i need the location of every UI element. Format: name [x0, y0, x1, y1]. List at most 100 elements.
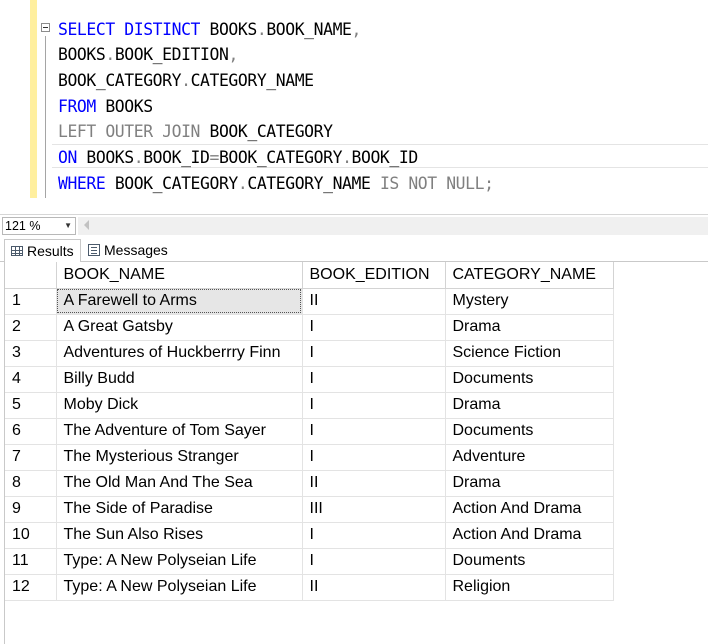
row-number-cell[interactable]: 11	[5, 548, 57, 575]
code-line[interactable]: BOOK_CATEGORY.CATEGORY_NAME	[58, 68, 314, 94]
tab-messages[interactable]: Messages	[84, 239, 180, 262]
table-cell[interactable]: I	[302, 522, 446, 549]
table-cell[interactable]: Action And Drama	[445, 496, 614, 523]
table-cell[interactable]: Drama	[445, 392, 614, 419]
table-cell[interactable]: Drama	[445, 470, 614, 497]
code-token: BOOK_ID	[143, 148, 210, 167]
code-token: LEFT OUTER JOIN	[58, 122, 210, 141]
code-token: CATEGORY_NAME	[190, 71, 314, 90]
table-row[interactable]: 11 Type: A New Polyseian Life I Douments	[5, 548, 614, 575]
zoom-value: 121 %	[5, 219, 41, 233]
tab-messages-label: Messages	[104, 242, 168, 258]
scroll-left-arrow-icon[interactable]	[84, 220, 89, 230]
table-cell[interactable]: I	[302, 548, 446, 575]
table-cell[interactable]: The Mysterious Stranger	[56, 444, 303, 471]
code-token: .	[181, 71, 191, 90]
row-number-cell[interactable]: 12	[5, 574, 57, 601]
row-number-cell[interactable]: 8	[5, 470, 57, 497]
row-number-cell[interactable]: 10	[5, 522, 57, 549]
column-header[interactable]: BOOK_EDITION	[302, 262, 446, 289]
table-cell[interactable]: The Adventure of Tom Sayer	[56, 418, 303, 445]
table-cell[interactable]: Religion	[445, 574, 614, 601]
code-line[interactable]: ON BOOKS.BOOK_ID=BOOK_CATEGORY.BOOK_ID	[58, 145, 418, 171]
table-cell[interactable]: Adventures of Huckberrry Finn	[56, 340, 303, 367]
code-token: BOOKS	[86, 148, 134, 167]
table-cell[interactable]: I	[302, 366, 446, 393]
table-cell[interactable]: Douments	[445, 548, 614, 575]
table-cell[interactable]: Documents	[445, 366, 614, 393]
table-cell[interactable]: II	[302, 470, 446, 497]
table-cell[interactable]: Science Fiction	[445, 340, 614, 367]
code-line[interactable]: SELECT DISTINCT BOOKS.BOOK_NAME,	[58, 17, 361, 43]
table-cell[interactable]: A Great Gatsby	[56, 314, 303, 341]
row-number-cell[interactable]: 2	[5, 314, 57, 341]
code-token: BOOK_CATEGORY	[218, 148, 343, 167]
table-row[interactable]: 8 The Old Man And The Sea II Drama	[5, 470, 614, 497]
table-cell[interactable]: II	[302, 288, 446, 315]
horizontal-scrollbar[interactable]	[78, 217, 708, 235]
tab-results[interactable]: Results	[4, 239, 81, 262]
table-cell[interactable]: Documents	[445, 418, 614, 445]
table-cell[interactable]: The Sun Also Rises	[56, 522, 303, 549]
table-cell[interactable]: The Old Man And The Sea	[56, 470, 303, 497]
table-row[interactable]: 1A Farewell to Arms II Mystery	[5, 288, 614, 315]
table-cell[interactable]: I	[302, 418, 446, 445]
table-cell[interactable]: I	[302, 340, 446, 367]
chevron-down-icon[interactable]: ▼	[64, 218, 72, 234]
collapse-region-icon[interactable]	[41, 23, 50, 32]
column-header[interactable]: CATEGORY_NAME	[445, 262, 614, 289]
table-cell[interactable]: I	[302, 392, 446, 419]
table-cell[interactable]: Type: A New Polyseian Life	[56, 548, 303, 575]
table-row[interactable]: 9 The Side of Paradise III Action And Drama	[5, 496, 614, 523]
tab-results-label: Results	[27, 243, 74, 259]
table-row[interactable]: 6 The Adventure of Tom Sayer I Documents	[5, 418, 614, 445]
code-token: WHERE	[58, 174, 115, 193]
table-cell[interactable]: Drama	[445, 314, 614, 341]
table-row[interactable]: 12 Type: A New Polyseian Life II Religion	[5, 574, 614, 601]
zoom-dropdown[interactable]: 121 % ▼	[2, 217, 76, 235]
code-token: ,	[351, 20, 362, 39]
sql-editor[interactable]: SELECT DISTINCT BOOKS.BOOK_NAME, BOOKS.BO…	[0, 0, 708, 214]
table-row[interactable]: 10 The Sun Also Rises I Action And Drama	[5, 522, 614, 549]
code-token: .	[237, 174, 248, 193]
code-token: BOOKS	[58, 45, 106, 64]
code-token: CATEGORY_NAME	[247, 174, 380, 193]
table-cell[interactable]: Moby Dick	[56, 392, 303, 419]
table-cell[interactable]: I	[302, 444, 446, 471]
column-header[interactable]: BOOK_NAME	[56, 262, 303, 289]
table-cell[interactable]: Adventure	[445, 444, 614, 471]
table-row[interactable]: 7 The Mysterious Stranger I Adventure	[5, 444, 614, 471]
row-number-cell[interactable]: 1	[5, 288, 57, 315]
table-row[interactable]: 5 Moby Dick I Drama	[5, 392, 614, 419]
row-number-cell[interactable]: 3	[5, 340, 57, 367]
code-line[interactable]: WHERE BOOK_CATEGORY.CATEGORY_NAME IS NOT…	[58, 171, 494, 197]
row-number-cell[interactable]: 5	[5, 392, 57, 419]
results-grid[interactable]: BOOK_NAME BOOK_EDITION CATEGORY_NAME 1A …	[4, 262, 708, 644]
code-line[interactable]: FROM BOOKS	[58, 94, 153, 120]
code-token: FROM	[58, 97, 106, 116]
row-number-cell[interactable]: 7	[5, 444, 57, 471]
row-number-cell[interactable]: 9	[5, 496, 57, 523]
table-cell[interactable]: Mystery	[445, 288, 614, 315]
table-cell[interactable]: Type: A New Polyseian Life	[56, 574, 303, 601]
code-token: ,	[228, 45, 238, 64]
row-number-cell[interactable]: 6	[5, 418, 57, 445]
editor-status-bar: 121 % ▼	[0, 214, 708, 236]
table-cell[interactable]: Action And Drama	[445, 522, 614, 549]
table-cell[interactable]: III	[302, 496, 446, 523]
table-cell[interactable]: II	[302, 574, 446, 601]
table-row[interactable]: 3 Adventures of Huckberrry Finn I Science F…	[5, 340, 614, 367]
row-number-header[interactable]	[5, 262, 57, 289]
table-row[interactable]: 2A Great Gatsby I Drama	[5, 314, 614, 341]
code-token: SELECT DISTINCT	[58, 20, 210, 39]
code-line[interactable]: LEFT OUTER JOIN BOOK_CATEGORY	[58, 119, 333, 145]
table-row[interactable]: 4 Billy Budd I Documents	[5, 366, 614, 393]
table-cell[interactable]: I	[302, 314, 446, 341]
table-cell[interactable]: The Side of Paradise	[56, 496, 303, 523]
code-line[interactable]: BOOKS.BOOK_EDITION,	[58, 42, 238, 68]
table-cell[interactable]: Billy Budd	[56, 366, 303, 393]
header-row: BOOK_NAME BOOK_EDITION CATEGORY_NAME	[5, 262, 614, 289]
code-token: BOOK_NAME	[266, 20, 352, 39]
row-number-cell[interactable]: 4	[5, 366, 57, 393]
table-cell[interactable]: A Farewell to Arms	[56, 288, 303, 315]
